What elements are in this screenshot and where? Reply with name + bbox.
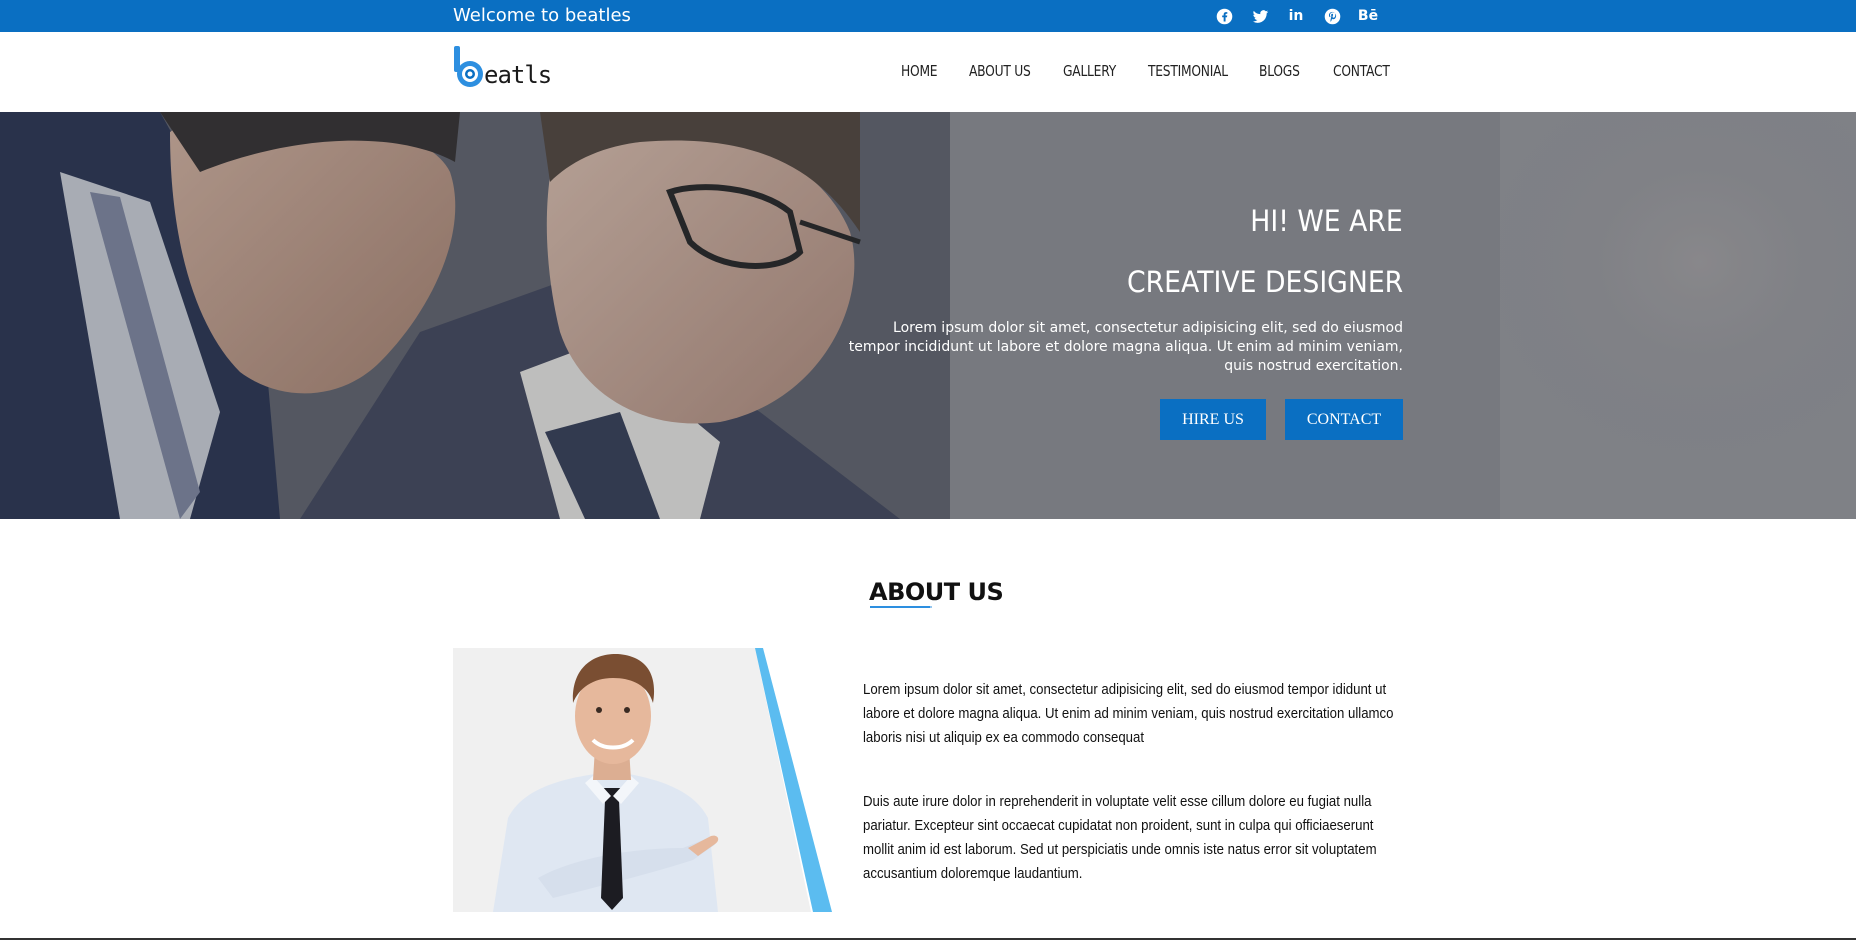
behance-icon[interactable]: Bē bbox=[1358, 6, 1378, 26]
about-image bbox=[453, 648, 833, 912]
welcome-text: Welcome to beatles bbox=[453, 5, 631, 26]
hero-banner: HI! WE ARE CREATIVE DESIGNER Lorem ipsum… bbox=[0, 112, 1856, 519]
facebook-icon[interactable] bbox=[1214, 6, 1234, 26]
nav-blogs[interactable]: BLOGS bbox=[1259, 62, 1300, 80]
hire-us-button[interactable]: HIRE US bbox=[1160, 399, 1266, 440]
contact-button[interactable]: CONTACT bbox=[1285, 399, 1403, 440]
main-header: eatls HOME ABOUT US GALLERY TESTIMONIAL … bbox=[0, 32, 1856, 112]
hero-heading-line2: CREATIVE DESIGNER bbox=[1126, 265, 1403, 299]
nav-home[interactable]: HOME bbox=[901, 62, 938, 80]
about-title-underline bbox=[870, 606, 930, 608]
about-title: ABOUT US bbox=[869, 578, 1004, 606]
nav-testimonial[interactable]: TESTIMONIAL bbox=[1148, 62, 1228, 80]
about-person-illustration bbox=[453, 648, 833, 912]
hero-description: Lorem ipsum dolor sit amet, consectetur … bbox=[848, 320, 1403, 374]
about-paragraph-2: Duis aute irure dolor in reprehenderit i… bbox=[863, 793, 1377, 882]
about-title-underline-accent bbox=[922, 606, 932, 608]
main-nav: HOME ABOUT US GALLERY TESTIMONIAL BLOGS … bbox=[0, 62, 1856, 82]
pinterest-icon[interactable] bbox=[1322, 6, 1342, 26]
social-links: in Bē bbox=[1214, 6, 1378, 26]
nav-about-us[interactable]: ABOUT US bbox=[969, 62, 1031, 80]
linkedin-icon[interactable]: in bbox=[1286, 6, 1306, 26]
nav-gallery[interactable]: GALLERY bbox=[1063, 62, 1116, 80]
hero-heading-line1: HI! WE ARE bbox=[1250, 204, 1403, 238]
nav-contact[interactable]: CONTACT bbox=[1333, 62, 1390, 80]
top-bar: Welcome to beatles in Bē bbox=[0, 0, 1856, 32]
hero-overlay bbox=[0, 112, 1856, 519]
about-paragraph-1: Lorem ipsum dolor sit amet, consectetur … bbox=[863, 681, 1394, 746]
twitter-icon[interactable] bbox=[1250, 6, 1270, 26]
